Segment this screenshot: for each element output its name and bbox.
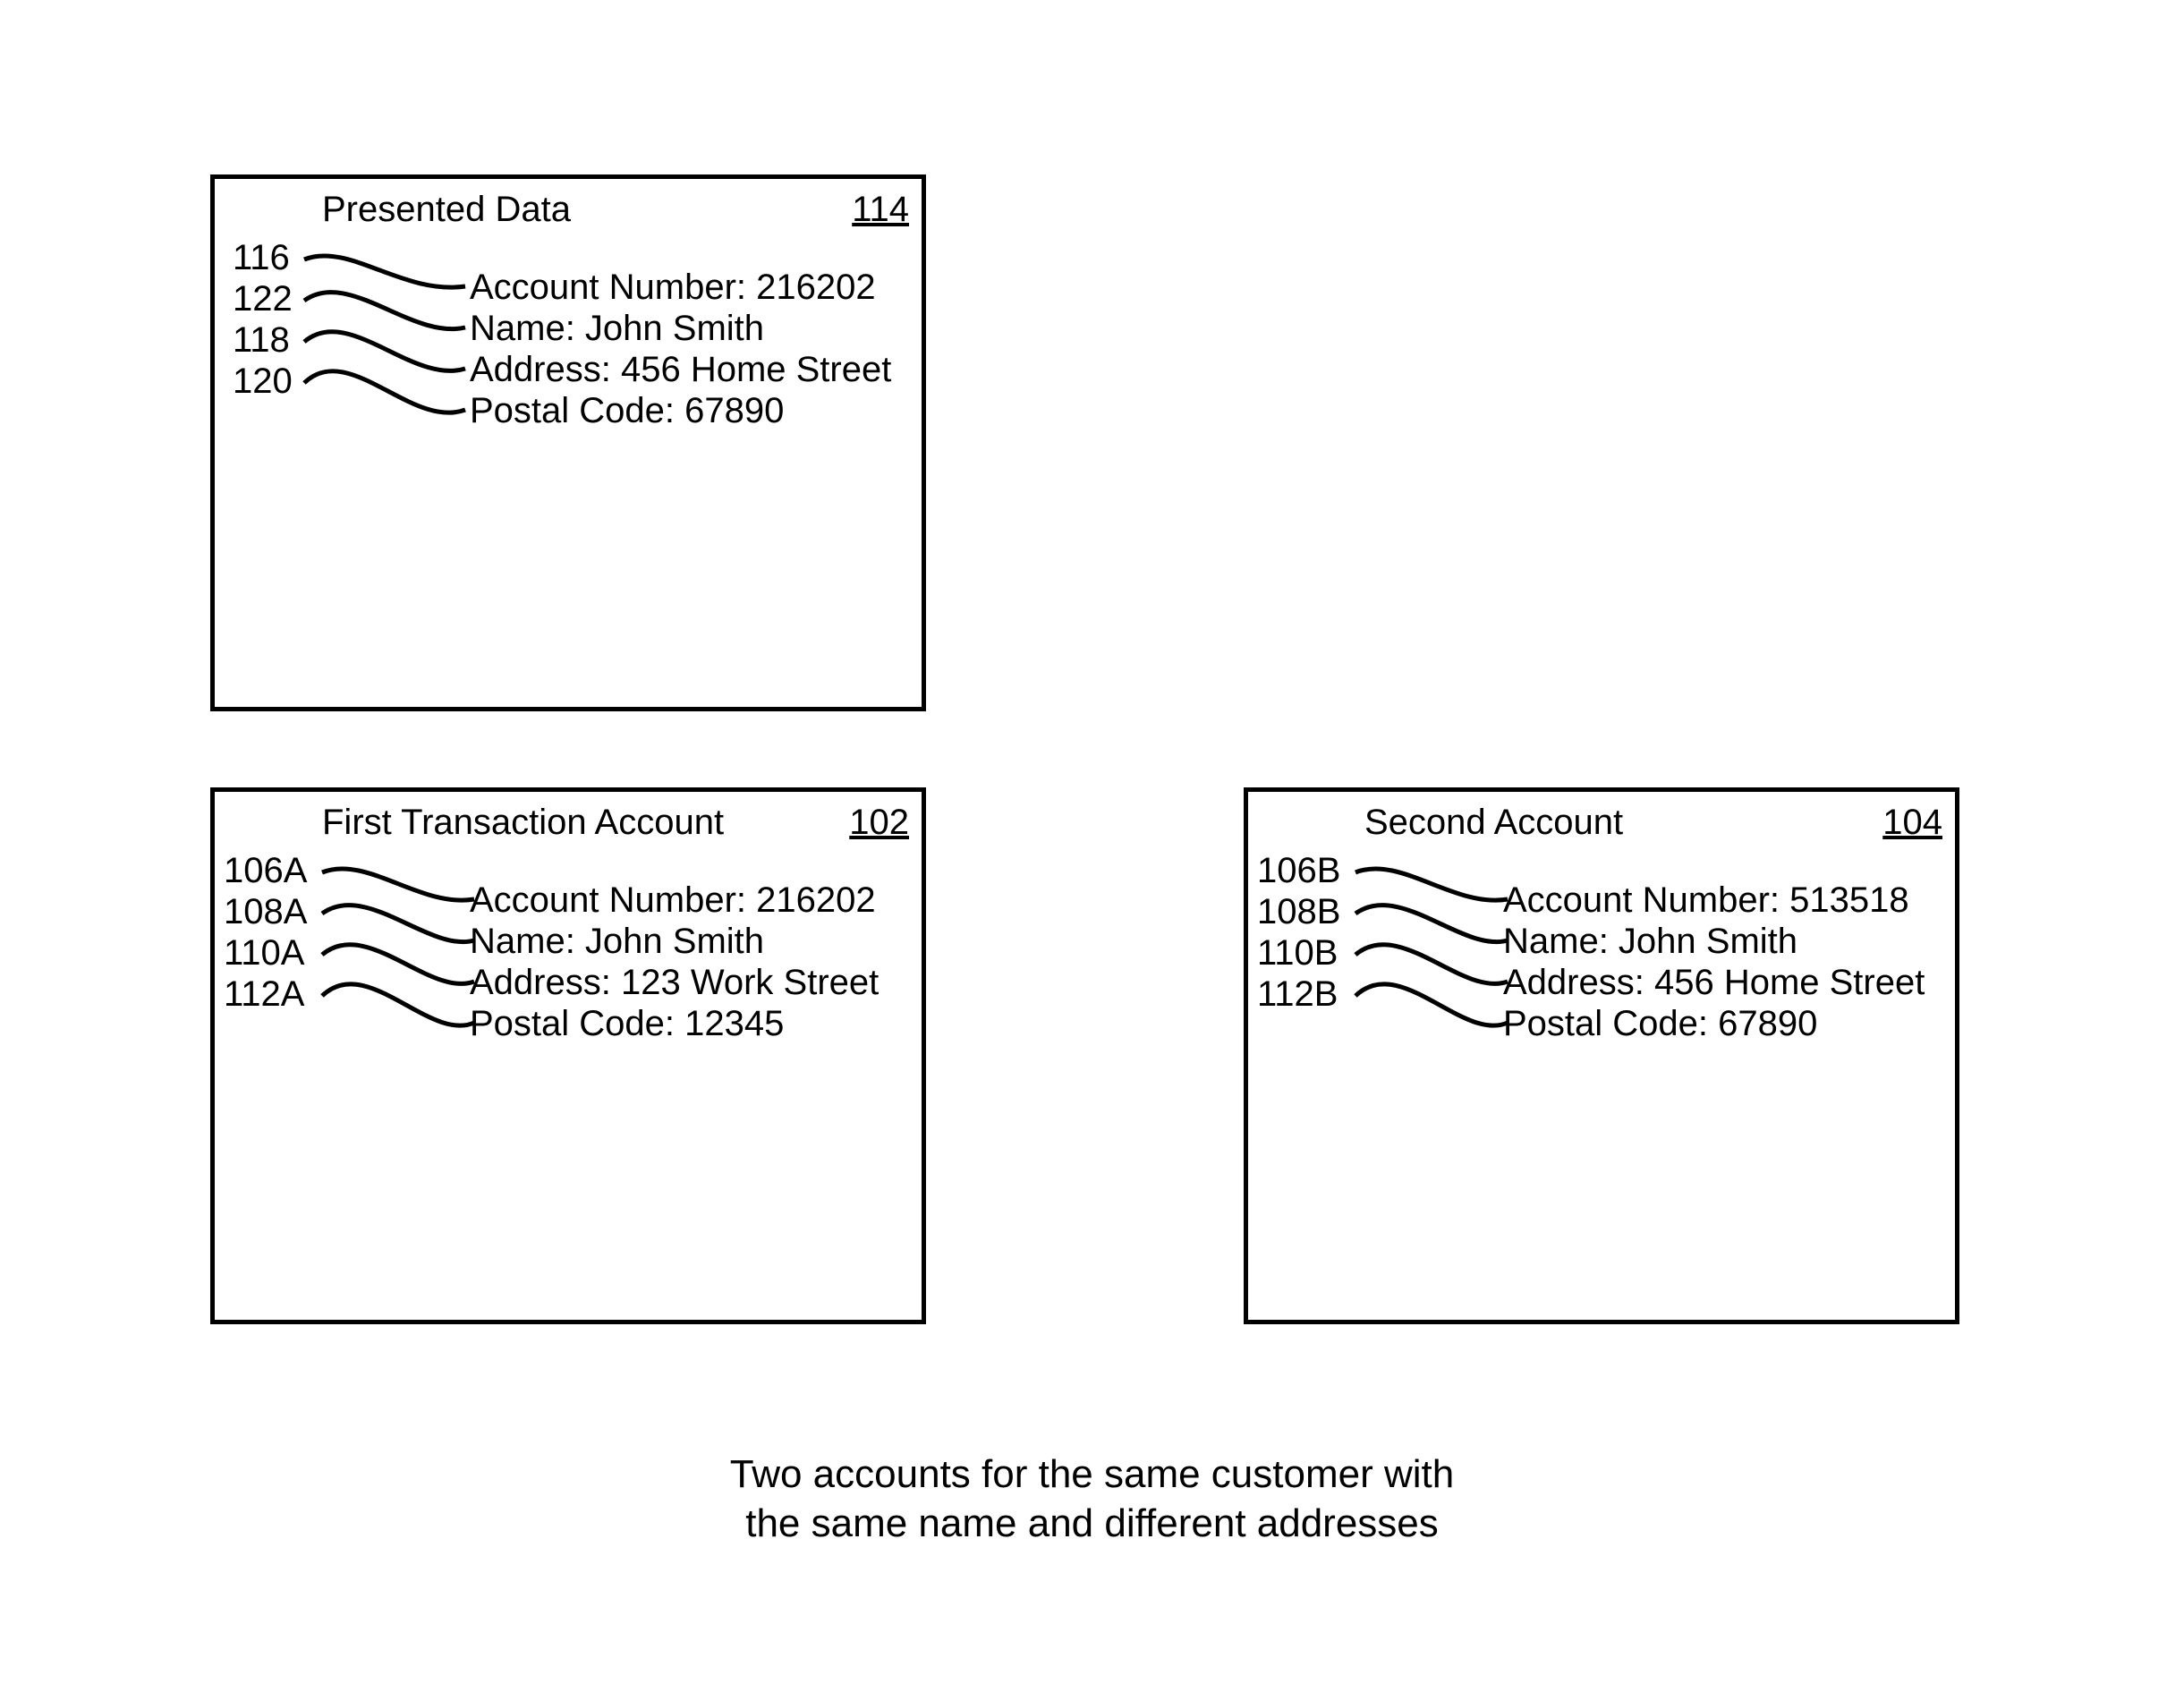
presented-label-3: 118 bbox=[233, 320, 290, 361]
caption-line-2: the same name and different addresses bbox=[0, 1499, 2184, 1548]
presented-address: Address: 456 Home Street bbox=[470, 351, 891, 388]
second-label-2: 108B bbox=[1257, 892, 1340, 932]
second-leadlines bbox=[1347, 846, 1525, 1051]
presented-label-4: 120 bbox=[233, 361, 293, 402]
first-label-3: 110A bbox=[224, 933, 304, 974]
first-postal: Postal Code: 12345 bbox=[470, 1005, 784, 1042]
second-label-3: 110B bbox=[1257, 933, 1338, 974]
second-account: Account Number: 513518 bbox=[1503, 881, 1909, 919]
first-label-4: 112A bbox=[224, 974, 304, 1015]
second-account-box: Second Account 104 Account Number: 51351… bbox=[1244, 787, 1959, 1324]
presented-data-box: Presented Data 114 Account Number: 21620… bbox=[210, 174, 926, 711]
first-account: Account Number: 216202 bbox=[470, 881, 876, 919]
presented-data-ref: 114 bbox=[852, 190, 909, 230]
first-name: Name: John Smith bbox=[470, 923, 764, 960]
first-leadlines bbox=[313, 846, 492, 1051]
second-label-4: 112B bbox=[1257, 974, 1338, 1015]
presented-label-2: 122 bbox=[233, 279, 293, 319]
second-address: Address: 456 Home Street bbox=[1503, 964, 1925, 1001]
presented-data-title: Presented Data bbox=[322, 190, 571, 230]
caption-line-1: Two accounts for the same customer with bbox=[0, 1450, 2184, 1499]
presented-label-1: 116 bbox=[233, 238, 290, 278]
presented-account: Account Number: 216202 bbox=[470, 268, 876, 306]
second-account-title: Second Account bbox=[1364, 803, 1623, 843]
figure-caption: Two accounts for the same customer with … bbox=[0, 1450, 2184, 1548]
first-account-title: First Transaction Account bbox=[322, 803, 724, 843]
first-account-ref: 102 bbox=[849, 803, 909, 843]
second-postal: Postal Code: 67890 bbox=[1503, 1005, 1817, 1042]
second-name: Name: John Smith bbox=[1503, 923, 1797, 960]
presented-leadlines bbox=[295, 233, 474, 438]
first-address: Address: 123 Work Street bbox=[470, 964, 879, 1001]
presented-postal: Postal Code: 67890 bbox=[470, 392, 784, 429]
second-account-ref: 104 bbox=[1882, 803, 1942, 843]
first-label-1: 106A bbox=[224, 851, 307, 891]
second-label-1: 106B bbox=[1257, 851, 1340, 891]
presented-name: Name: John Smith bbox=[470, 310, 764, 347]
first-label-2: 108A bbox=[224, 892, 307, 932]
first-account-box: First Transaction Account 102 Account Nu… bbox=[210, 787, 926, 1324]
diagram-root: Presented Data 114 Account Number: 21620… bbox=[0, 0, 2184, 1692]
